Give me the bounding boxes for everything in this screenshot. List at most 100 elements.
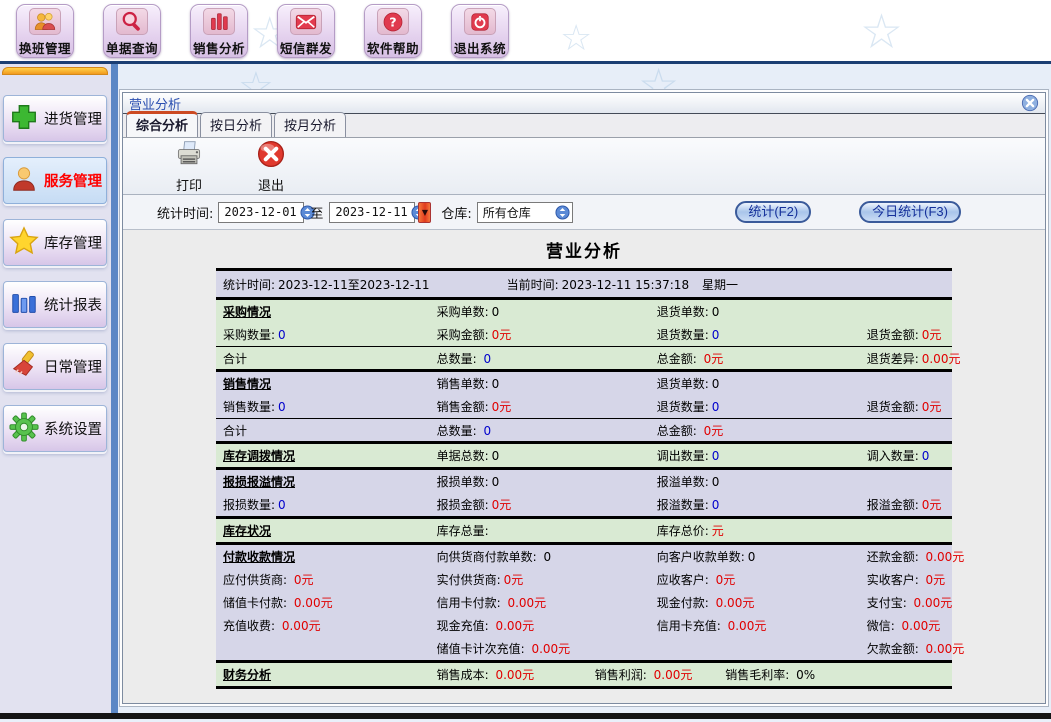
sales-analysis-button[interactable]: 销售分析 bbox=[190, 4, 248, 58]
report-cell: 调出数量:0 bbox=[657, 447, 867, 464]
section-title-cell: 库存调拨情况 bbox=[223, 447, 437, 464]
exit-button[interactable]: 退出 bbox=[243, 141, 299, 191]
report-cell: 报损数量:0 bbox=[223, 496, 437, 513]
date-to-input[interactable]: 2023-12-11 bbox=[329, 202, 415, 223]
power-icon bbox=[464, 8, 496, 35]
report-cell: 退货数量:0 bbox=[657, 326, 867, 343]
doc-query-button[interactable]: 单据查询 bbox=[103, 4, 161, 58]
sidebar-item-daily-manage[interactable]: 日常管理 bbox=[3, 343, 107, 390]
panel-titlebar: 营业分析 bbox=[123, 93, 1045, 114]
report-cell: 合计 bbox=[223, 350, 437, 367]
warehouse-label: 仓库: bbox=[441, 203, 471, 222]
sidebar-item-purchase-manage[interactable]: 进货管理 bbox=[3, 95, 107, 142]
report-cell: 退货金额:0元 bbox=[867, 326, 952, 343]
report-cell: 储值卡付款: 0.00元 bbox=[223, 594, 437, 611]
report-row: 充值收费: 0.00元现金充值: 0.00元信用卡充值: 0.00元微信: 0.… bbox=[216, 614, 952, 637]
exit-label: 退出 bbox=[258, 175, 284, 194]
star-icon bbox=[9, 226, 39, 260]
report-cell: 充值收费: 0.00元 bbox=[223, 617, 437, 634]
question-icon: ? bbox=[377, 8, 409, 35]
tool-label: 软件帮助 bbox=[367, 38, 419, 57]
report-cell: 支付宝: 0.00元 bbox=[867, 594, 952, 611]
time-range-label: 统计时间: bbox=[157, 203, 213, 222]
report-section: 销售情况销售单数:0退货单数:0销售数量:0销售金额:0元退货数量:0退货金额:… bbox=[216, 372, 952, 444]
report-row: 付款收款情况向供货商付款单数: 0向客户收款单数:0还款金额: 0.00元 bbox=[216, 545, 952, 568]
date-dropdown-button[interactable]: ▼ bbox=[418, 202, 431, 223]
report-row: 报损数量:0报损金额:0元报溢数量:0报溢金额:0元 bbox=[216, 493, 952, 516]
date-from-input[interactable]: 2023-12-01 bbox=[218, 202, 304, 223]
report-cell: 总金额: 0元 bbox=[657, 350, 867, 367]
sms-group-button[interactable]: 短信群发 bbox=[277, 4, 335, 58]
section-title-cell: 付款收款情况 bbox=[223, 548, 437, 565]
report-cell: 销售单数:0 bbox=[437, 375, 657, 392]
report-cell: 销售毛利率: 0% bbox=[725, 666, 952, 683]
report-row: 储值卡计次充值: 0.00元欠款金额: 0.00元 bbox=[216, 637, 952, 660]
spinner-icon[interactable] bbox=[555, 205, 570, 220]
exit-system-button[interactable]: 退出系统 bbox=[451, 4, 509, 58]
tool-label: 销售分析 bbox=[193, 38, 245, 57]
report-cell: 退货差异:0.00元 bbox=[867, 350, 952, 367]
report-cell: 报溢单数:0 bbox=[657, 473, 867, 490]
warehouse-select[interactable]: 所有仓库 bbox=[477, 202, 573, 223]
report-row: 库存调拨情况单据总数:0调出数量:0调入数量:0 bbox=[216, 444, 952, 467]
sidebar-accent-strip bbox=[2, 67, 108, 75]
sidebar-item-label: 进货管理 bbox=[44, 108, 102, 129]
report-cell: 单据总数:0 bbox=[437, 447, 657, 464]
report-row: 合计总数量: 0总金额: 0元退货差异:0.00元 bbox=[216, 346, 952, 369]
report-content: 营业分析 统计时间:2023-12-11至2023-12-11当前时间:2023… bbox=[123, 230, 1045, 703]
bars-icon bbox=[9, 288, 39, 322]
report-cell: 储值卡计次充值: 0.00元 bbox=[437, 640, 657, 657]
sidebar-item-inventory-manage[interactable]: 库存管理 bbox=[3, 219, 107, 266]
filter-row: 统计时间: 2023-12-01 至 2023-12-11 ▼ 仓库: 所有仓库… bbox=[123, 195, 1045, 230]
tab-comprehensive[interactable]: 综合分析 bbox=[126, 111, 198, 137]
report-cell: 向供货商付款单数: 0 bbox=[437, 548, 657, 565]
report-cell: 采购单数:0 bbox=[437, 303, 657, 320]
sidebar-item-label: 日常管理 bbox=[44, 356, 102, 377]
report-row: 销售数量:0销售金额:0元退货数量:0退货金额:0元 bbox=[216, 395, 952, 418]
bottom-bar bbox=[0, 713, 1051, 719]
people-icon bbox=[29, 8, 61, 35]
sidebar-item-label: 统计报表 bbox=[44, 294, 102, 315]
tab-daily[interactable]: 按日分析 bbox=[200, 112, 272, 137]
tool-label: 退出系统 bbox=[454, 38, 506, 57]
report-cell: 信用卡充值: 0.00元 bbox=[657, 617, 867, 634]
sidebar-item-service-manage[interactable]: 服务管理 bbox=[3, 157, 107, 204]
section-title-cell: 库存状况 bbox=[223, 522, 437, 539]
close-icon[interactable] bbox=[1021, 94, 1039, 112]
today-stat-f3-button[interactable]: 今日统计(F3) bbox=[859, 201, 961, 223]
report-cell: 信用卡付款: 0.00元 bbox=[437, 594, 657, 611]
software-help-button[interactable]: ? 软件帮助 bbox=[364, 4, 422, 58]
tab-monthly[interactable]: 按月分析 bbox=[274, 112, 346, 137]
section-title-cell: 财务分析 bbox=[223, 666, 437, 683]
sidebar-item-stats-report[interactable]: 统计报表 bbox=[3, 281, 107, 328]
report-cell: 应付供货商: 0元 bbox=[223, 571, 437, 588]
report-table: 统计时间:2023-12-11至2023-12-11当前时间:2023-12-1… bbox=[216, 268, 952, 689]
date-to-value: 2023-12-11 bbox=[335, 205, 407, 219]
report-row: 报损报溢情况报损单数:0报溢单数:0 bbox=[216, 470, 952, 493]
top-toolbar: ☆ ☆ ☆ 换班管理 单据查询 销售分析 短信群发 ? 软件帮助 退出系统 bbox=[0, 0, 1051, 64]
report-cell: 当前时间:2023-12-11 15:37:18 bbox=[507, 276, 702, 293]
report-cell: 总数量: 0 bbox=[437, 350, 657, 367]
decorative-star-icon: ☆ bbox=[560, 18, 592, 59]
report-cell: 销售成本: 0.00元 bbox=[437, 666, 595, 683]
report-cell: 实付供货商:0元 bbox=[437, 571, 657, 588]
bar-chart-icon bbox=[203, 8, 235, 35]
sidebar-item-label: 库存管理 bbox=[44, 232, 102, 253]
report-section: 库存状况库存总量:库存总价:元 bbox=[216, 519, 952, 545]
print-button[interactable]: 打印 bbox=[161, 141, 217, 191]
report-row: 采购情况采购单数:0退货单数:0 bbox=[216, 300, 952, 323]
person-icon bbox=[9, 164, 39, 198]
shift-manage-button[interactable]: 换班管理 bbox=[16, 4, 74, 58]
report-row: 统计时间:2023-12-11至2023-12-11当前时间:2023-12-1… bbox=[216, 271, 952, 297]
report-cell: 微信: 0.00元 bbox=[867, 617, 952, 634]
report-section: 采购情况采购单数:0退货单数:0采购数量:0采购金额:0元退货数量:0退货金额:… bbox=[216, 300, 952, 372]
report-section: 库存调拨情况单据总数:0调出数量:0调入数量:0 bbox=[216, 444, 952, 470]
stat-f2-button[interactable]: 统计(F2) bbox=[735, 201, 811, 223]
sidebar-item-system-settings[interactable]: 系统设置 bbox=[3, 405, 107, 452]
report-cell: 销售金额:0元 bbox=[437, 398, 657, 415]
printer-icon bbox=[173, 139, 205, 173]
plus-icon bbox=[9, 102, 39, 136]
report-cell: 库存总价:元 bbox=[657, 522, 867, 539]
panel-toolbar: 打印 退出 bbox=[123, 138, 1045, 195]
section-title-cell: 采购情况 bbox=[223, 303, 437, 320]
